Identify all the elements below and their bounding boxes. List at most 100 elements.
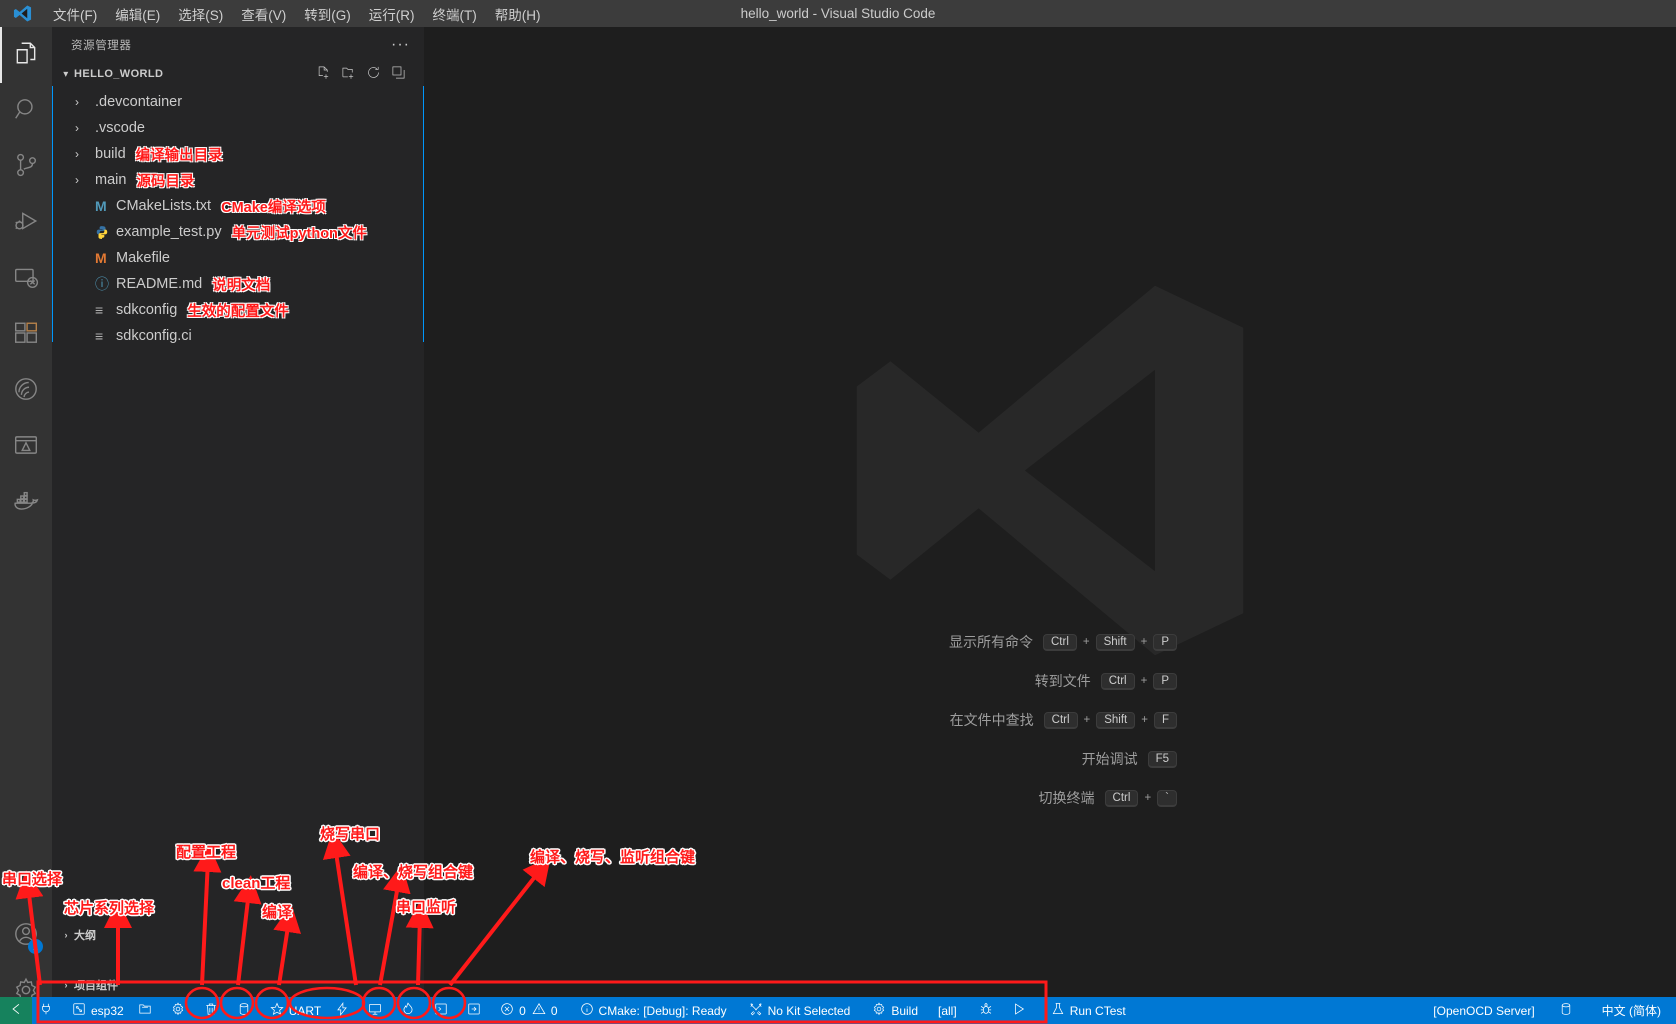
status-full-clean[interactable] [197, 997, 230, 1024]
status-cmake[interactable]: CMake: [Debug]: Ready [573, 997, 734, 1024]
run-debug-icon [13, 208, 39, 239]
status-monitor-device[interactable] [361, 997, 394, 1024]
menu-file[interactable]: 文件(F) [44, 1, 106, 27]
file-tree: › .devcontainer › .vscode › build 编译输出目录… [52, 86, 424, 344]
activitybar-explorer[interactable] [0, 27, 52, 83]
status-cmake-launch[interactable] [1005, 997, 1038, 1024]
editor-area[interactable]: 显示所有命令 Ctrl + Shift + P 转到文件 Ctrl + P 在文 [424, 27, 1676, 997]
sidebar-section-project-components[interactable]: › 项目组件 [52, 974, 424, 996]
menu-help[interactable]: 帮助(H) [486, 1, 550, 27]
gear-icon [171, 1002, 185, 1019]
shortcut-keys: Ctrl + ` [1104, 789, 1178, 807]
tools-icon [749, 1002, 763, 1019]
status-sdk-configuration-editor[interactable] [131, 997, 164, 1024]
menu-bar[interactable]: 文件(F) 编辑(E) 选择(S) 查看(V) 转到(G) 运行(R) 终端(T… [44, 1, 550, 27]
chevron-down-icon: ▾ [63, 68, 69, 80]
sidebar-section-outline[interactable]: › 大纲 [52, 924, 424, 946]
status-flash-uart[interactable]: UART [263, 997, 328, 1024]
new-file-icon[interactable] [316, 65, 331, 83]
status-idf-terminal[interactable] [460, 997, 493, 1024]
tree-item-makefile[interactable]: M Makefile [53, 245, 423, 271]
database-icon [1559, 1002, 1573, 1019]
status-cmake-kit[interactable]: No Kit Selected [742, 997, 858, 1024]
key-separator: + [1144, 792, 1152, 804]
status-label: Build [891, 1003, 918, 1018]
new-folder-icon[interactable] [341, 65, 356, 83]
explorer-icon [13, 40, 39, 71]
tree-item-sdkconfig-ci[interactable]: ≡ sdkconfig.ci [53, 323, 423, 349]
tree-item-main[interactable]: › main 源码目录 [53, 167, 423, 193]
key-cap: Shift [1095, 633, 1135, 651]
activitybar-search[interactable] [0, 83, 52, 139]
key-separator: + [1140, 675, 1148, 687]
activitybar-source-control[interactable] [0, 139, 52, 195]
explorer-root-row[interactable]: ▾ HELLO_WORLD [52, 62, 424, 86]
status-open-terminal[interactable] [427, 997, 460, 1024]
activitybar-run-debug[interactable] [0, 195, 52, 251]
chevron-right-icon: › [75, 95, 79, 109]
menu-edit[interactable]: 编辑(E) [106, 1, 169, 27]
shortcut-label: 显示所有命令 [948, 634, 1033, 650]
activitybar-espressif-idf[interactable] [0, 363, 52, 419]
database-icon [237, 1002, 251, 1019]
status-menuconfig[interactable] [164, 997, 197, 1024]
status-openocd-server[interactable]: [OpenOCD Server] [1426, 997, 1541, 1024]
menu-view[interactable]: 查看(V) [232, 1, 295, 27]
annotation-active-config: 生效的配置文件 [187, 303, 289, 320]
tree-item-cmakelists[interactable]: M CMakeLists.txt CMake编译选项 [53, 193, 423, 219]
refresh-icon[interactable] [366, 65, 381, 83]
error-icon [500, 1002, 514, 1019]
status-cmake-target[interactable]: [all] [931, 997, 964, 1024]
activitybar-docker[interactable] [0, 475, 52, 531]
info-icon [580, 1002, 594, 1019]
annotation-unittest-python: 单元测试python文件 [231, 225, 367, 242]
shortcut-keys: Ctrl + Shift + F [1043, 711, 1178, 729]
status-run-ctest[interactable]: Run CTest [1044, 997, 1133, 1024]
bug-icon [979, 1002, 993, 1019]
status-cmake-debug[interactable] [972, 997, 1005, 1024]
tree-item-label: sdkconfig.ci [116, 328, 192, 344]
activitybar-account[interactable]: 1 [0, 908, 52, 964]
tree-item-devcontainer[interactable]: › .devcontainer [53, 89, 423, 115]
flame-icon [401, 1002, 415, 1019]
menu-go[interactable]: 转到(G) [295, 1, 360, 27]
sidebar-more-actions-button[interactable]: ··· [391, 36, 410, 54]
menu-terminal[interactable]: 终端(T) [424, 1, 486, 27]
shortcut-toggle-terminal: 切换终端 Ctrl + ` [923, 788, 1178, 808]
status-errors[interactable]: 0 [493, 997, 528, 1024]
plug-icon [39, 1002, 53, 1019]
activitybar-extensions[interactable] [0, 307, 52, 363]
tree-item-label: build [95, 146, 126, 162]
tree-item-example-test-py[interactable]: example_test.py 单元测试python文件 [53, 219, 423, 245]
explorer-actions [316, 65, 416, 83]
status-remote-window[interactable] [0, 997, 32, 1024]
menu-run[interactable]: 运行(R) [360, 1, 424, 27]
status-select-port[interactable] [32, 997, 65, 1024]
status-cmake-build[interactable]: Build [865, 997, 925, 1024]
status-openocd-db[interactable] [1552, 997, 1585, 1024]
tree-item-sdkconfig[interactable]: ≡ sdkconfig 生效的配置文件 [53, 297, 423, 323]
activitybar-platformio[interactable] [0, 419, 52, 475]
key-cap: P [1153, 633, 1178, 651]
tree-item-build[interactable]: › build 编译输出目录 [53, 141, 423, 167]
tree-item-readme[interactable]: ⓘ README.md 说明文档 [53, 271, 423, 297]
activitybar-remote-explorer[interactable] [0, 251, 52, 307]
status-build-flash-monitor[interactable] [394, 997, 427, 1024]
status-label: Run CTest [1069, 1003, 1126, 1018]
monitor-icon [368, 1002, 382, 1019]
menu-selection[interactable]: 选择(S) [169, 1, 232, 27]
key-cap: Ctrl [1042, 633, 1077, 651]
status-language[interactable]: 中文 (简体) [1595, 997, 1668, 1024]
status-build-project[interactable] [230, 997, 263, 1024]
collapse-all-icon[interactable] [391, 65, 406, 83]
status-device-target[interactable]: esp32 [65, 997, 131, 1024]
status-label: [all] [938, 1003, 957, 1018]
key-cap: Shift [1096, 711, 1136, 729]
terminal-icon [434, 1002, 448, 1019]
tree-item-label: Makefile [116, 250, 170, 266]
status-warnings[interactable]: 0 [528, 997, 565, 1024]
status-flash-device[interactable] [328, 997, 361, 1024]
star-icon [270, 1002, 284, 1019]
tree-item-vscode[interactable]: › .vscode [53, 115, 423, 141]
status-label: UART [288, 1003, 322, 1018]
